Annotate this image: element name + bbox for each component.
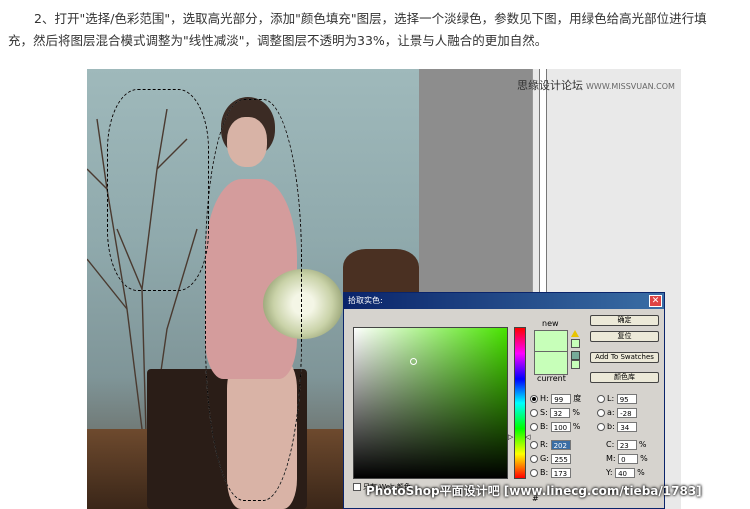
web-safe-cube-icon[interactable] bbox=[571, 351, 580, 360]
gamut-warning-icon[interactable] bbox=[571, 330, 579, 337]
close-button[interactable]: ✕ bbox=[649, 295, 662, 307]
label-blue: B: bbox=[540, 468, 549, 477]
hue-slider-left-arrow[interactable]: ▷ bbox=[508, 433, 513, 441]
radio-a[interactable] bbox=[597, 408, 605, 417]
label-a: a: bbox=[607, 408, 615, 417]
unit-brightness: % bbox=[572, 422, 581, 431]
dialog-title: 拾取实色: bbox=[348, 296, 383, 305]
label-lab-b: b: bbox=[607, 422, 615, 431]
field-r: R: 202 bbox=[530, 439, 571, 451]
field-brightness: B: 100% bbox=[530, 421, 580, 433]
radio-brightness[interactable] bbox=[530, 422, 538, 431]
input-l[interactable]: 95 bbox=[616, 393, 637, 404]
selection-marquee bbox=[107, 89, 209, 291]
label-y: Y: bbox=[606, 468, 613, 477]
unit-y: % bbox=[637, 468, 645, 477]
radio-blue[interactable] bbox=[530, 468, 538, 477]
watermark-top: 思缘设计论坛 WWW.MISSVUAN.COM bbox=[517, 77, 675, 93]
color-field[interactable] bbox=[353, 327, 508, 479]
label-s: S: bbox=[540, 408, 548, 417]
label-m: M: bbox=[606, 454, 616, 463]
unit-c: % bbox=[638, 440, 647, 449]
field-lab-b: b: 34 bbox=[597, 421, 638, 433]
field-blue: B: 173 bbox=[530, 467, 571, 479]
gamut-swatch[interactable] bbox=[571, 339, 580, 348]
new-label: new bbox=[542, 319, 559, 328]
radio-s[interactable] bbox=[530, 408, 538, 417]
instruction-paragraph: 2、打开"选择/色彩范围"，选取高光部分，添加"颜色填充"图层，选择一个淡绿色，… bbox=[8, 8, 742, 52]
input-g[interactable]: 255 bbox=[551, 453, 572, 464]
watermark-url: WWW.MISSVUAN.COM bbox=[586, 82, 675, 91]
unit-s: % bbox=[572, 408, 580, 417]
dialog-titlebar: 拾取实色: ✕ bbox=[344, 293, 664, 309]
input-y[interactable]: 40 bbox=[615, 467, 636, 478]
selection-marquee bbox=[205, 99, 302, 501]
input-blue[interactable]: 173 bbox=[550, 467, 571, 478]
radio-lab-b[interactable] bbox=[597, 422, 605, 431]
watermark-cn: 思缘设计论坛 bbox=[517, 79, 583, 92]
label-brightness: B: bbox=[540, 422, 549, 431]
field-s: S: 32% bbox=[530, 407, 580, 419]
instruction-line-1: 2、打开"选择/色彩范围"，选取高光部分，添加"颜色填充"图层，选择一个淡绿色，… bbox=[34, 11, 707, 26]
input-h[interactable]: 99 bbox=[551, 393, 572, 404]
field-h: H: 99 度 bbox=[530, 393, 581, 405]
instruction-line-2: 充，然后将图层混合模式调整为"线性减淡"，调整图层不透明为33%，让景与人融合的… bbox=[8, 33, 548, 48]
label-h: H: bbox=[540, 394, 549, 403]
radio-r[interactable] bbox=[530, 440, 538, 449]
input-m[interactable]: 0 bbox=[618, 453, 639, 464]
field-y: Y: 40% bbox=[606, 467, 645, 479]
ok-button[interactable]: 确定 bbox=[590, 315, 659, 326]
current-label: current bbox=[537, 374, 566, 383]
input-lab-b[interactable]: 34 bbox=[617, 421, 638, 432]
watermark-bottom: PhotoShop平面设计吧 [www.linecg.com/tieba/178… bbox=[366, 484, 702, 498]
web-safe-swatch[interactable] bbox=[571, 360, 580, 369]
radio-g[interactable] bbox=[530, 454, 538, 463]
color-library-button[interactable]: 颜色库 bbox=[590, 372, 659, 383]
input-r[interactable]: 202 bbox=[550, 439, 571, 450]
input-s[interactable]: 32 bbox=[550, 407, 571, 418]
color-field-cursor[interactable] bbox=[410, 358, 417, 365]
new-color-swatch bbox=[534, 330, 568, 352]
field-c: C: 23% bbox=[606, 439, 646, 451]
color-picker-dialog: 拾取实色: ✕ ▷ ◁ new current 确定 复位 Add To Swa… bbox=[343, 292, 665, 509]
unit-h: 度 bbox=[573, 394, 582, 403]
field-l: L: 95 bbox=[597, 393, 637, 405]
radio-l[interactable] bbox=[597, 394, 605, 403]
label-c: C: bbox=[606, 440, 615, 449]
input-a[interactable]: -28 bbox=[617, 407, 638, 418]
hue-slider[interactable] bbox=[514, 327, 526, 479]
input-c[interactable]: 23 bbox=[616, 439, 637, 450]
reset-button[interactable]: 复位 bbox=[590, 331, 659, 342]
label-g: G: bbox=[540, 454, 549, 463]
unit-m: % bbox=[640, 454, 648, 463]
label-l: L: bbox=[607, 394, 615, 403]
add-to-swatches-button[interactable]: Add To Swatches bbox=[590, 352, 659, 363]
label-r: R: bbox=[540, 440, 549, 449]
field-m: M: 0% bbox=[606, 453, 648, 465]
current-color-swatch[interactable] bbox=[534, 351, 568, 375]
field-g: G: 255 bbox=[530, 453, 572, 465]
web-colors-checkbox[interactable] bbox=[353, 483, 361, 491]
field-a: a: -28 bbox=[597, 407, 638, 419]
radio-h[interactable] bbox=[530, 394, 538, 403]
input-brightness[interactable]: 100 bbox=[550, 421, 571, 432]
